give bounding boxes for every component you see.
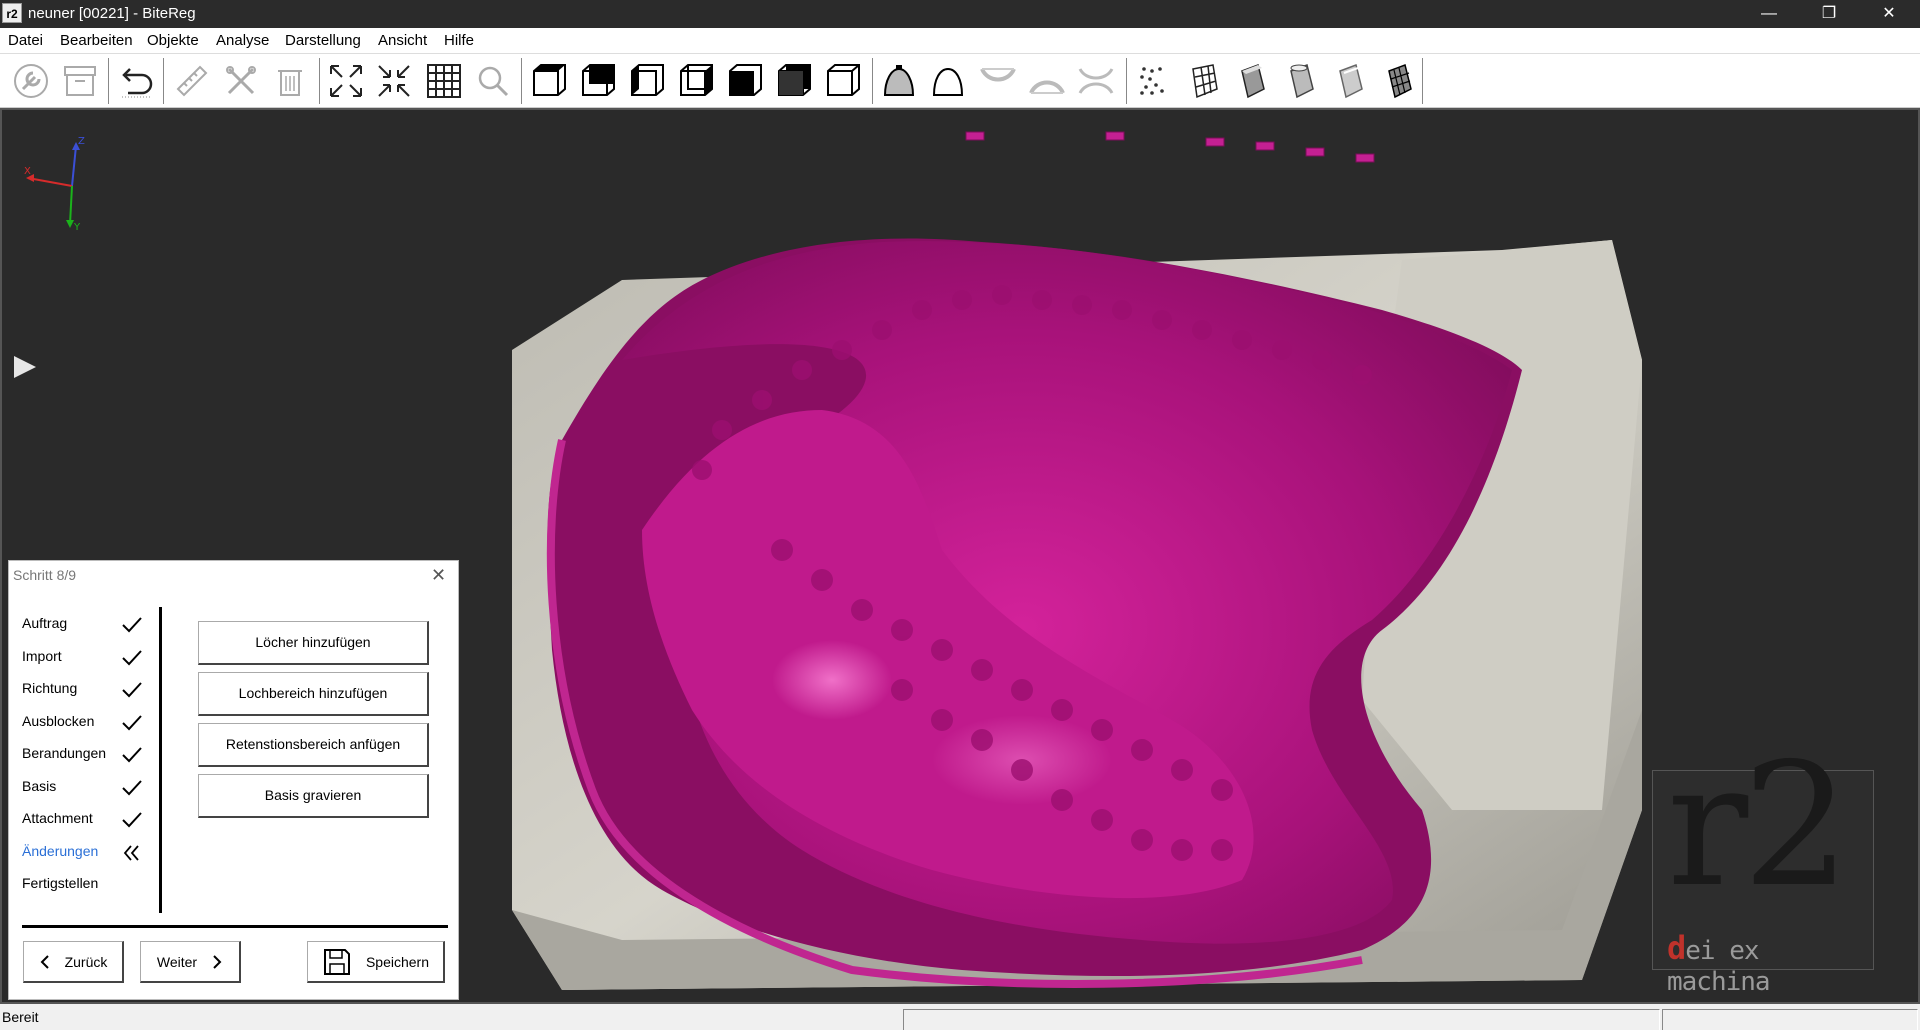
view-front-icon[interactable]: [527, 59, 571, 103]
both-jaws-icon[interactable]: [1074, 59, 1118, 103]
cut-icon[interactable]: [219, 59, 263, 103]
step-panel: Schritt 8/9 ✕ Auftrag Import Richtung Au…: [8, 560, 459, 1000]
menu-datei[interactable]: Datei: [8, 32, 43, 49]
logo-accent: d: [1667, 929, 1686, 967]
step-attachment[interactable]: Attachment: [22, 810, 93, 826]
step-auftrag[interactable]: Auftrag: [22, 615, 67, 631]
chevron-left-icon: [40, 954, 49, 969]
window-title: neuner [00221] - BiteReg: [28, 5, 196, 22]
trash-icon[interactable]: [268, 59, 312, 103]
cylinder-smooth-icon[interactable]: [1328, 59, 1372, 103]
check-icon: [122, 747, 142, 763]
toolbar-separator: [108, 58, 110, 104]
check-icon: [122, 715, 142, 731]
view-left-icon[interactable]: [625, 59, 669, 103]
wrench-icon[interactable]: [9, 59, 53, 103]
panel-title: Schritt 8/9: [13, 567, 77, 583]
lower-jaw-icon[interactable]: [1025, 59, 1069, 103]
engrave-base-button[interactable]: Basis gravieren: [198, 774, 429, 818]
toolbar-separator: [521, 58, 523, 104]
step-fertigstellen[interactable]: Fertigstellen: [22, 875, 98, 891]
view-back-icon[interactable]: [576, 59, 620, 103]
step-basis[interactable]: Basis: [22, 778, 56, 794]
brand-logo: r2 dei ex machina: [1652, 741, 1874, 997]
cylinder-wire-icon[interactable]: [1377, 59, 1421, 103]
app-icon: r2: [2, 3, 22, 23]
axis-gizmo: Z X Y: [24, 136, 85, 233]
logo-text: dei ex machina: [1667, 929, 1873, 997]
back-label: Zurück: [64, 953, 108, 970]
close-window-button[interactable]: ✕: [1860, 0, 1918, 28]
floppy-disk-icon: [323, 948, 350, 975]
view-bottom-icon[interactable]: [772, 59, 816, 103]
axis-y-label: Y: [73, 222, 81, 233]
dome-icon[interactable]: [926, 59, 970, 103]
back-button[interactable]: Zurück: [23, 941, 124, 983]
check-icon: [122, 812, 142, 828]
points-icon[interactable]: [1132, 59, 1176, 103]
double-chevron-left-icon: [123, 845, 139, 861]
check-icon: [122, 682, 142, 698]
play-arrow-icon[interactable]: [10, 352, 40, 382]
save-button[interactable]: Speichern: [307, 941, 445, 983]
status-bar: Bereit: [0, 1004, 1920, 1030]
toolbar: [0, 54, 1920, 108]
grid-icon[interactable]: [422, 59, 466, 103]
toolbar-separator: [1422, 58, 1424, 104]
save-label: Speichern: [365, 953, 430, 970]
archive-icon[interactable]: [58, 59, 102, 103]
maximize-button[interactable]: ❐: [1800, 0, 1858, 28]
axis-z-label: Z: [78, 136, 85, 147]
cylinder-icon[interactable]: [1230, 59, 1274, 103]
menu-objekte[interactable]: Objekte: [147, 32, 199, 49]
next-label: Weiter: [156, 953, 198, 970]
next-button[interactable]: Weiter: [140, 941, 241, 983]
menu-ansicht[interactable]: Ansicht: [378, 32, 427, 49]
logo-mark: r2: [1667, 727, 1850, 925]
panel-close-button[interactable]: ✕: [431, 565, 446, 586]
bell-shade-icon[interactable]: [877, 59, 921, 103]
collapse-icon[interactable]: [372, 59, 416, 103]
step-berandungen[interactable]: Berandungen: [22, 745, 106, 761]
step-richtung[interactable]: Richtung: [22, 680, 77, 696]
chevron-right-icon: [213, 954, 222, 969]
menu-darstellung[interactable]: Darstellung: [285, 32, 361, 49]
minimize-button[interactable]: —: [1740, 0, 1798, 28]
expand-icon[interactable]: [324, 59, 368, 103]
axis-x-label: X: [24, 166, 31, 177]
cylinder-solid-icon[interactable]: [1279, 59, 1323, 103]
check-icon: [122, 617, 142, 633]
add-holes-button[interactable]: Löcher hinzufügen: [198, 621, 429, 665]
title-bar: r2 neuner [00221] - BiteReg — ❐ ✕: [0, 0, 1920, 28]
step-ausblocken[interactable]: Ausblocken: [22, 713, 94, 729]
panel-divider: [22, 925, 448, 928]
menu-analyse[interactable]: Analyse: [216, 32, 269, 49]
zoom-icon[interactable]: [471, 59, 515, 103]
ruler-icon[interactable]: [170, 59, 214, 103]
mesh-icon[interactable]: [1181, 59, 1225, 103]
check-icon: [122, 780, 142, 796]
view-right-icon[interactable]: [674, 59, 718, 103]
add-retention-area-button[interactable]: Retenstionsbereich anfügen: [198, 723, 429, 767]
toolbar-separator: [872, 58, 874, 104]
menu-hilfe[interactable]: Hilfe: [444, 32, 474, 49]
view-iso-icon[interactable]: [821, 59, 865, 103]
status-pane: [1662, 1009, 1918, 1030]
status-pane: [903, 1009, 1660, 1030]
add-hole-area-button[interactable]: Lochbereich hinzufügen: [198, 672, 429, 716]
view-top-icon[interactable]: [723, 59, 767, 103]
menu-bar: Datei Bearbeiten Objekte Analyse Darstel…: [0, 28, 1920, 54]
menu-bearbeiten[interactable]: Bearbeiten: [60, 32, 133, 49]
toolbar-separator: [163, 58, 165, 104]
upper-jaw-icon[interactable]: [976, 59, 1020, 103]
step-aenderungen[interactable]: Änderungen: [22, 843, 98, 859]
steps-divider: [159, 607, 162, 913]
check-icon: [122, 650, 142, 666]
step-import[interactable]: Import: [22, 648, 62, 664]
status-text: Bereit: [2, 1009, 39, 1025]
toolbar-separator: [319, 58, 321, 104]
toolbar-separator: [1126, 58, 1128, 104]
undo-icon[interactable]: [114, 59, 158, 103]
